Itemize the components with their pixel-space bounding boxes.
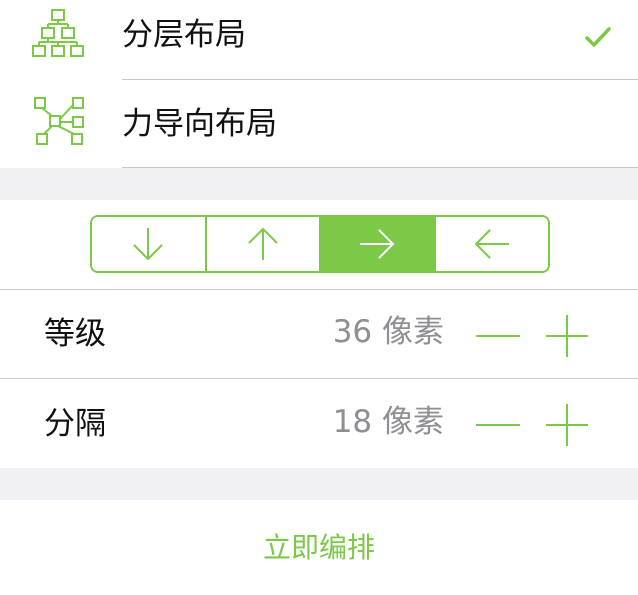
- setting-value: 18 像素: [332, 404, 444, 440]
- decrement-button[interactable]: [474, 316, 522, 356]
- direction-segmented-control: [90, 215, 550, 273]
- layout-option-force-directed[interactable]: 力导向布局: [0, 80, 638, 168]
- decrement-button[interactable]: [474, 405, 522, 445]
- arrow-right-icon: [360, 229, 395, 259]
- row-separator: [122, 167, 638, 168]
- setting-row-level: 等级 36 像素: [0, 290, 638, 378]
- layout-option-hierarchy[interactable]: 分层布局: [0, 0, 638, 80]
- arrow-down-icon: [133, 228, 163, 261]
- checkmark-icon: [585, 27, 611, 47]
- arrow-left-icon: [474, 229, 509, 259]
- layout-option-label: 分层布局: [122, 17, 246, 53]
- setting-label: 分隔: [44, 406, 106, 442]
- increment-button[interactable]: [544, 403, 590, 447]
- direction-down-button[interactable]: [92, 217, 205, 271]
- hierarchy-layout-icon: [32, 9, 84, 57]
- setting-row-separation: 分隔 18 像素: [0, 379, 638, 467]
- increment-button[interactable]: [544, 314, 590, 358]
- direction-left-button[interactable]: [433, 217, 548, 271]
- layout-option-label: 力导向布局: [122, 106, 277, 142]
- plus-icon: [546, 315, 588, 357]
- force-directed-layout-icon: [34, 97, 84, 145]
- direction-up-button[interactable]: [204, 217, 319, 271]
- arrange-now-button[interactable]: 立即编排: [0, 528, 638, 568]
- plus-icon: [546, 404, 588, 446]
- direction-right-button[interactable]: [319, 217, 434, 271]
- setting-label: 等级: [44, 316, 106, 352]
- arrow-up-icon: [248, 227, 278, 260]
- setting-value: 36 像素: [332, 314, 444, 350]
- layout-options-group: 分层布局 力导向布局: [0, 0, 638, 168]
